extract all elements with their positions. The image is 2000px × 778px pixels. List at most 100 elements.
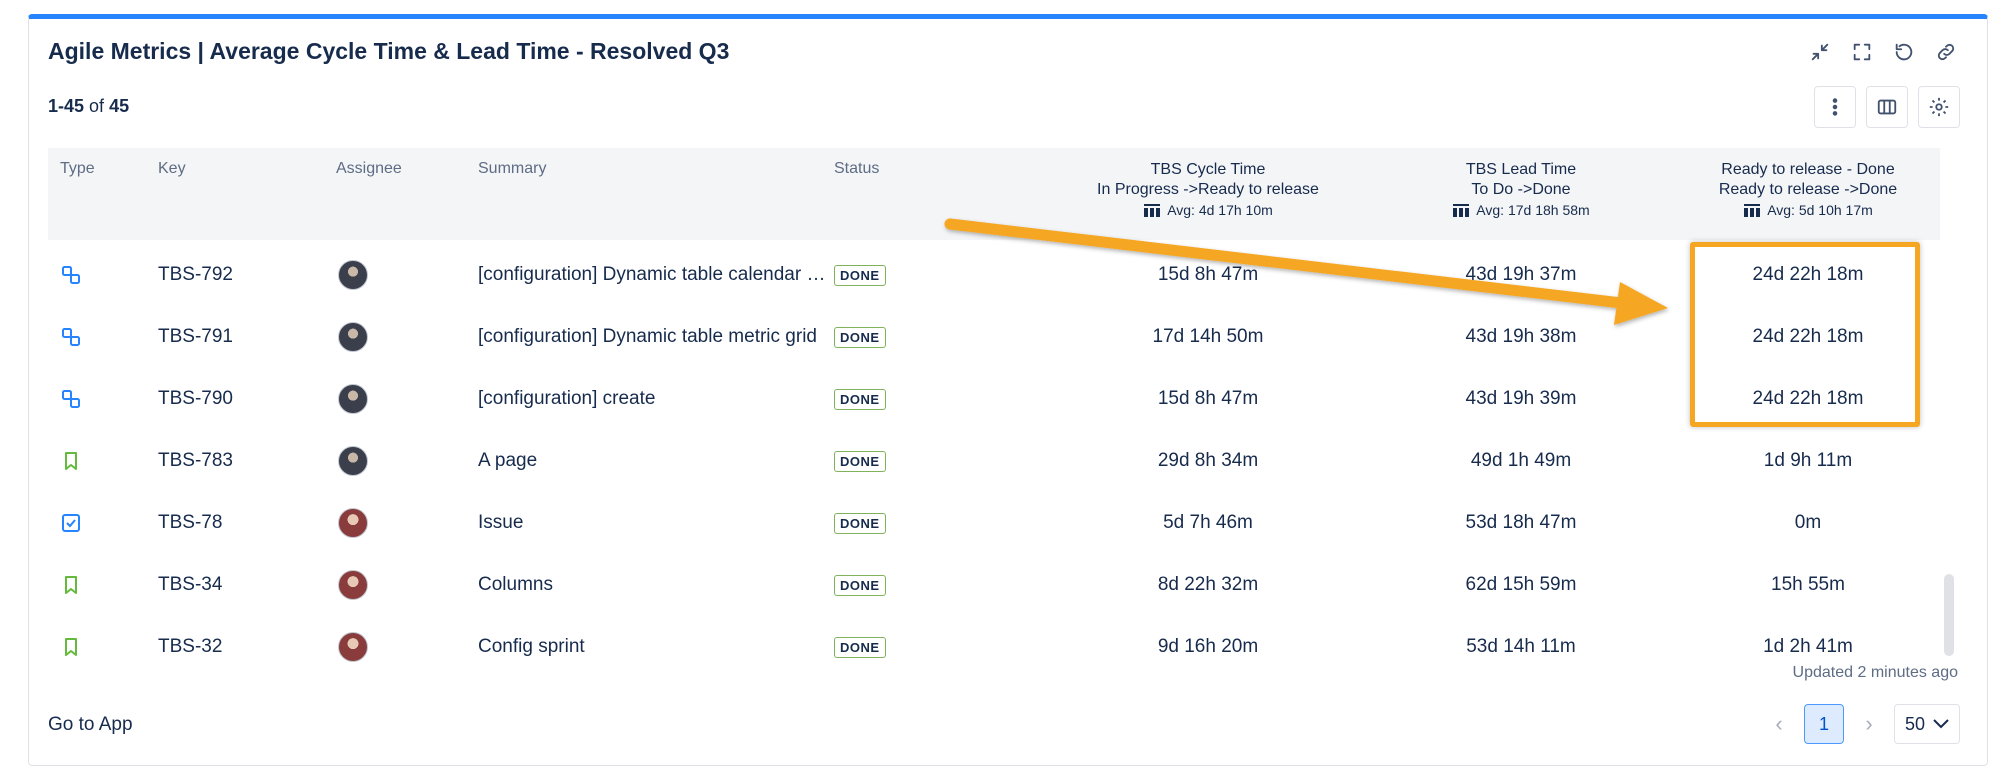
- story-icon: [60, 574, 82, 596]
- settings-button[interactable]: [1918, 86, 1960, 128]
- table-row[interactable]: TBS-78 Issue DONE 5d 7h 46m 53d 18h 47m 0m: [48, 492, 1940, 554]
- status-cell: DONE: [834, 306, 886, 368]
- lead-time-average: Avg: 17d 18h 58m: [1452, 200, 1590, 220]
- status-cell: DONE: [834, 492, 886, 554]
- next-page-icon[interactable]: ›: [1860, 711, 1878, 737]
- avatar[interactable]: [338, 384, 368, 414]
- column-header-status[interactable]: Status: [834, 160, 879, 178]
- columns-button[interactable]: [1866, 86, 1908, 128]
- lead-time-subtitle: To Do ->Done: [1471, 181, 1571, 198]
- column-header-assignee[interactable]: Assignee: [336, 160, 402, 178]
- table-row[interactable]: TBS-790 [configuration] create DONE 15d 8h …: [48, 368, 1940, 430]
- column-header-lead-time[interactable]: TBS Lead Time To Do ->Done Avg: 17d 18h …: [1426, 160, 1616, 224]
- lead-time-avg-value: Avg: 17d 18h 58m: [1476, 202, 1590, 218]
- cycle-time-value: 15d 8h 47m: [1157, 264, 1259, 285]
- issue-key[interactable]: TBS-78: [158, 492, 222, 554]
- avatar[interactable]: [338, 260, 368, 290]
- lead-time-value: 49d 1h 49m: [1470, 450, 1572, 471]
- column-header-cycle-time[interactable]: TBS Cycle Time In Progress ->Ready to re…: [1088, 160, 1328, 224]
- rtr-time-value: 1d 9h 11m: [1763, 450, 1853, 471]
- status-cell: DONE: [834, 244, 886, 306]
- task-icon: [60, 512, 82, 534]
- rtr-time-value: 0m: [1794, 512, 1822, 533]
- issue-summary[interactable]: Config sprint: [478, 616, 585, 678]
- assignee-cell: [338, 492, 368, 554]
- avatar[interactable]: [338, 322, 368, 352]
- avatar[interactable]: [338, 632, 368, 662]
- count-of: of: [89, 96, 105, 116]
- issue-key[interactable]: TBS-791: [158, 306, 233, 368]
- cycle-time-value: 17d 14h 50m: [1152, 326, 1264, 347]
- issue-type: [60, 616, 82, 678]
- avatar[interactable]: [338, 508, 368, 538]
- status-cell: DONE: [834, 616, 886, 678]
- gear-icon: [1929, 97, 1949, 117]
- table-row[interactable]: TBS-792 [configuration] Dynamic table cal…: [48, 244, 1940, 306]
- table-row[interactable]: TBS-791 [configuration] Dynamic table met…: [48, 306, 1940, 368]
- issue-summary[interactable]: [configuration] Dynamic table calendar …: [478, 244, 825, 306]
- fullscreen-icon[interactable]: [1850, 40, 1874, 64]
- status-badge: DONE: [834, 574, 886, 596]
- column-header-summary[interactable]: Summary: [478, 160, 546, 178]
- status-cell: DONE: [834, 368, 886, 430]
- lead-time-value: 62d 15h 59m: [1465, 574, 1577, 595]
- status-badge: DONE: [834, 326, 886, 348]
- column-header-key[interactable]: Key: [158, 160, 186, 178]
- issue-type: [60, 492, 82, 554]
- go-to-app-link[interactable]: Go to App: [48, 714, 133, 736]
- status-badge: DONE: [834, 264, 886, 286]
- more-options-button[interactable]: [1814, 86, 1856, 128]
- cycle-time-title: TBS Cycle Time: [1150, 161, 1266, 178]
- issue-summary[interactable]: A page: [478, 430, 537, 492]
- issue-key[interactable]: TBS-32: [158, 616, 222, 678]
- issue-key[interactable]: TBS-783: [158, 430, 233, 492]
- gadget-title: Agile Metrics | Average Cycle Time & Lea…: [48, 38, 730, 64]
- assignee-cell: [338, 306, 368, 368]
- issue-type: [60, 368, 82, 430]
- page-size-select[interactable]: 50: [1894, 704, 1960, 744]
- assignee-cell: [338, 554, 368, 616]
- updated-timestamp: Updated 2 minutes ago: [1792, 664, 1958, 681]
- prev-page-icon[interactable]: ‹: [1770, 711, 1788, 737]
- issue-key[interactable]: TBS-792: [158, 244, 233, 306]
- window-controls: [1808, 40, 1958, 64]
- issue-type: [60, 244, 82, 306]
- average-icon: [1144, 204, 1161, 217]
- minimize-icon[interactable]: [1808, 40, 1832, 64]
- issue-summary[interactable]: [configuration] Dynamic table metric gri…: [478, 306, 817, 368]
- issue-summary[interactable]: Columns: [478, 554, 553, 616]
- results-count: 1-45 of 45: [48, 96, 129, 117]
- table-header: Type Key Assignee Summary Status TBS Cyc…: [48, 148, 1940, 240]
- issue-summary[interactable]: [configuration] create: [478, 368, 655, 430]
- cycle-time-average: Avg: 4d 17h 10m: [1143, 200, 1273, 220]
- avatar[interactable]: [338, 446, 368, 476]
- table-scrollbar[interactable]: [1944, 574, 1954, 656]
- column-header-ready-to-release[interactable]: Ready to release - Done Ready to release…: [1698, 160, 1918, 224]
- column-header-type[interactable]: Type: [60, 160, 95, 178]
- average-icon: [1744, 204, 1761, 217]
- status-badge: DONE: [834, 388, 886, 410]
- cycle-time-value: 5d 7h 46m: [1163, 512, 1253, 533]
- page-1-button[interactable]: 1: [1804, 704, 1844, 744]
- chevron-down-icon: [1933, 719, 1949, 729]
- issue-summary[interactable]: Issue: [478, 492, 523, 554]
- cycle-time-value: 9d 16h 20m: [1157, 636, 1259, 657]
- assignee-cell: [338, 430, 368, 492]
- columns-icon: [1877, 99, 1897, 115]
- rtr-subtitle: Ready to release ->Done: [1718, 181, 1898, 198]
- table-row[interactable]: TBS-34 Columns DONE 8d 22h 32m 62d 15h 59m 15…: [48, 554, 1940, 616]
- issue-key[interactable]: TBS-790: [158, 368, 233, 430]
- cycle-time-subtitle: In Progress ->Ready to release: [1097, 181, 1319, 198]
- status-badge: DONE: [834, 636, 886, 658]
- table-row[interactable]: TBS-783 A page DONE 29d 8h 34m 49d 1h 49m 1d …: [48, 430, 1940, 492]
- issue-key[interactable]: TBS-34: [158, 554, 222, 616]
- avatar[interactable]: [338, 570, 368, 600]
- rtr-time-value: 15h 55m: [1771, 574, 1845, 595]
- story-icon: [60, 450, 82, 472]
- pagination: ‹ 1 › 50: [1770, 704, 1960, 744]
- more-vertical-icon: [1832, 98, 1838, 116]
- table-row[interactable]: TBS-32 Config sprint DONE 9d 16h 20m 53d 14h…: [48, 616, 1940, 678]
- refresh-icon[interactable]: [1892, 40, 1916, 64]
- count-range: 1-45: [48, 96, 85, 116]
- link-icon[interactable]: [1934, 40, 1958, 64]
